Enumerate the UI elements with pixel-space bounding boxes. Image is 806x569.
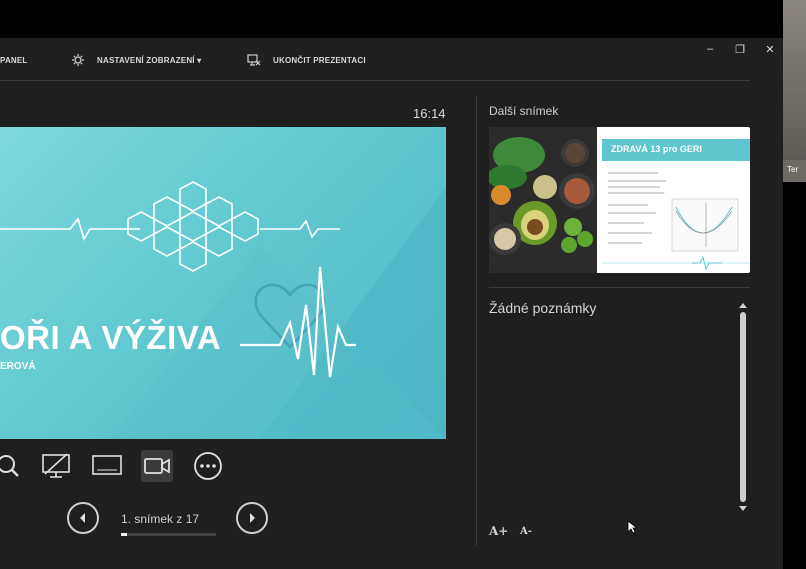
scroll-up-icon[interactable] — [737, 300, 749, 310]
end-show-button[interactable]: UKONČIT PREZENTACI — [273, 56, 366, 65]
scroll-down-icon[interactable] — [737, 504, 749, 514]
toolbar-divider — [0, 80, 750, 81]
display-icon[interactable] — [91, 450, 123, 482]
food-photo — [489, 127, 597, 273]
display-settings-menu[interactable]: NASTAVENÍ ZOBRAZENÍ ▾ — [97, 56, 201, 65]
slide-subtitle: EROVÁ — [0, 361, 36, 372]
pane-divider — [476, 96, 477, 546]
next-slide-label: Další snímek — [489, 104, 559, 118]
slide-progress — [121, 533, 216, 536]
next-slide-button[interactable] — [236, 502, 268, 534]
notes-scrollbar[interactable] — [737, 300, 749, 514]
minimize-button[interactable]: – — [702, 43, 718, 55]
slide-progress-fill — [121, 533, 127, 536]
zoom-icon[interactable] — [0, 450, 28, 482]
camera-video — [783, 0, 806, 160]
end-show-icon[interactable] — [247, 53, 261, 67]
thumbnail-content — [602, 172, 750, 271]
speaker-notes: Žádné poznámky — [489, 300, 597, 316]
chevron-right-icon — [250, 513, 255, 523]
toolbar: PANEL NASTAVENÍ ZOBRAZENÍ ▾ UKONČIT PREZ… — [0, 38, 783, 82]
mouse-cursor-icon — [627, 520, 637, 534]
clock: 16:14 — [413, 106, 446, 121]
more-icon[interactable] — [192, 450, 224, 482]
increase-font-button[interactable]: A+ — [489, 524, 508, 538]
decrease-font-button[interactable]: A- — [520, 526, 532, 537]
slide-artwork — [0, 181, 446, 439]
restore-button[interactable]: ❐ — [732, 43, 748, 56]
current-slide: OŘI A VÝŽIVA EROVÁ — [0, 127, 446, 439]
display-settings-icon[interactable] — [71, 53, 85, 67]
camera-feed — [783, 0, 806, 182]
video-icon — [144, 458, 170, 474]
slide-counter[interactable]: 1. snímek z 17 — [121, 512, 199, 526]
notes-divider — [489, 287, 750, 288]
camera-participant-name: Ter — [787, 165, 799, 174]
chevron-left-icon — [80, 513, 85, 523]
video-button[interactable] — [141, 450, 173, 482]
next-slide-thumbnail[interactable]: ZDRAVÁ 13 pro GERI — [489, 127, 750, 273]
previous-slide-button[interactable] — [67, 502, 99, 534]
presenter-window: PANEL NASTAVENÍ ZOBRAZENÍ ▾ UKONČIT PREZ… — [0, 38, 783, 569]
slide-title: OŘI A VÝŽIVA — [0, 319, 222, 356]
black-screen-icon[interactable] — [40, 450, 72, 482]
close-button[interactable]: ✕ — [762, 43, 778, 56]
thumbnail-title: ZDRAVÁ 13 pro GERI — [611, 144, 702, 154]
panel-toggle[interactable]: PANEL — [0, 56, 28, 65]
scroll-thumb[interactable] — [740, 312, 746, 502]
